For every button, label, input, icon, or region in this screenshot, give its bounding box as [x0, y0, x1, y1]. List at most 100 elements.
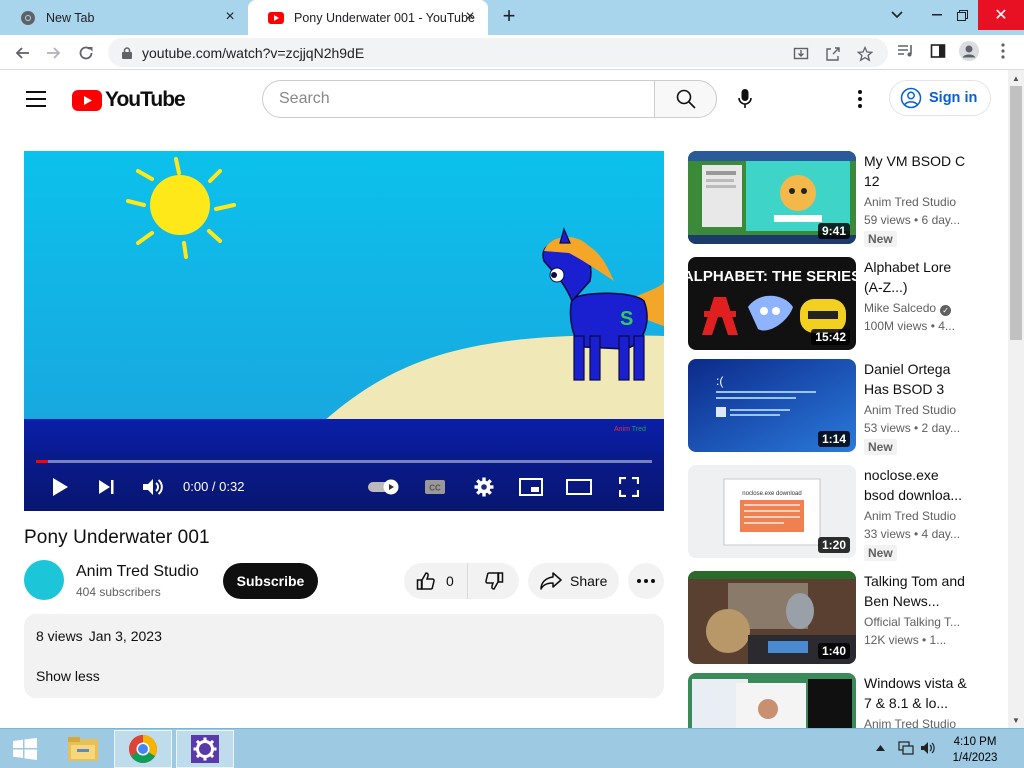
svg-text:CC: CC [429, 484, 441, 493]
video-thumbnail[interactable]: noclose.exe download 1:20 [688, 465, 856, 558]
video-thumbnail[interactable]: 1:40 [688, 571, 856, 664]
bookmark-star-icon[interactable] [856, 45, 874, 63]
share-label: Share [570, 573, 608, 589]
video-duration: 1:14 [817, 431, 850, 447]
channel-avatar[interactable] [24, 560, 64, 600]
dislike-button[interactable] [467, 563, 519, 599]
recommendation-meta: 100M views • 4... [864, 319, 955, 333]
recommendation-channel[interactable]: Anim Tred Studio [864, 509, 968, 523]
settings-app-taskbar-button[interactable] [176, 730, 234, 768]
progress-bar[interactable] [36, 460, 652, 463]
close-tab-icon[interactable]: × [462, 9, 478, 25]
recommendation-channel[interactable]: Mike Salcedo ✓ [864, 301, 968, 316]
new-tab-button[interactable]: + [498, 5, 520, 28]
side-panel-icon[interactable] [928, 41, 948, 61]
video-thumbnail[interactable] [688, 673, 856, 728]
recommendation-channel[interactable]: Anim Tred Studio [864, 403, 968, 417]
share-button[interactable]: Share [528, 563, 619, 599]
captions-button[interactable]: CC [420, 473, 450, 501]
share-page-icon[interactable] [824, 45, 842, 63]
sign-in-label: Sign in [929, 90, 978, 106]
volume-button[interactable] [138, 473, 168, 501]
scroll-down-arrow-icon[interactable]: ▼ [1008, 712, 1024, 728]
channel-name-link[interactable]: Anim Tred Studio [76, 563, 199, 581]
settings-more-icon[interactable] [850, 88, 870, 110]
recommendation-item[interactable]: noclose.exe download 1:20 noclose.exe bs… [688, 465, 978, 561]
tab-title: New Tab [46, 10, 95, 25]
next-button[interactable] [92, 473, 120, 501]
thumbs-up-icon [416, 572, 435, 590]
theater-mode-button[interactable] [564, 473, 594, 501]
close-window-button[interactable]: ✕ [978, 0, 1024, 30]
recommendation-title[interactable]: Windows vista & 7 & 8.1 & lo... [864, 673, 968, 713]
scrollbar-thumb[interactable] [1010, 86, 1022, 340]
miniplayer-button[interactable] [516, 473, 546, 501]
page-scrollbar[interactable]: ▲ ▼ [1008, 70, 1024, 728]
recommendation-channel[interactable]: Anim Tred Studio [864, 195, 968, 209]
recommendation-title[interactable]: Alphabet Lore (A-Z...) [864, 257, 968, 297]
media-controls-icon[interactable] [896, 41, 916, 61]
recommendation-item[interactable]: 9:41 My VM BSOD C 12 Anim Tred Studio 59… [688, 151, 978, 247]
recommendation-meta: 53 views • 2 day... [864, 421, 961, 435]
video-thumbnail[interactable]: 9:41 [688, 151, 856, 244]
profile-avatar-icon[interactable] [959, 41, 979, 61]
taskbar-clock[interactable]: 4:10 PM 1/4/2023 [940, 734, 1010, 766]
address-bar[interactable]: youtube.com/watch?v=zcjjqN2h9dE [108, 38, 888, 67]
play-icon [53, 478, 68, 496]
description-box[interactable]: 8 views Jan 3, 2023 Show less [24, 614, 664, 698]
sign-in-button[interactable]: Sign in [889, 80, 991, 116]
video-player[interactable]: S Anim Tred 0:00 / 0:32 CC [24, 151, 664, 511]
guide-menu-icon[interactable] [26, 91, 46, 107]
thumbnail-text: :( [716, 374, 723, 388]
tab-search-chevron-icon[interactable] [880, 0, 914, 30]
channel-name: Mike Salcedo [864, 301, 937, 315]
video-duration: 1:40 [817, 643, 850, 659]
voice-search-button[interactable] [726, 80, 764, 118]
tab-title: Pony Underwater 001 - YouTube [294, 10, 475, 25]
tab-youtube[interactable]: Pony Underwater 001 - YouTube × [248, 0, 488, 35]
recommendation-title[interactable]: My VM BSOD C 12 [864, 151, 968, 191]
recommendation-item[interactable]: 1:40 Talking Tom and Ben News... Officia… [688, 571, 978, 666]
install-app-icon[interactable] [792, 45, 810, 63]
recommendation-title[interactable]: Daniel Ortega Has BSOD 3 [864, 359, 968, 399]
volume-icon [143, 479, 163, 495]
recommendation-channel[interactable]: Official Talking T... [864, 615, 968, 629]
recommendation-item[interactable]: Windows vista & 7 & 8.1 & lo... Anim Tre… [688, 673, 978, 728]
forward-button[interactable] [42, 41, 66, 65]
recommendation-item[interactable]: :( 1:14 Daniel Ortega Has BSOD 3 Anim Tr… [688, 359, 978, 455]
video-thumbnail[interactable]: ALPHABET: THE SERIES 15:42 [688, 257, 856, 350]
new-badge: New [864, 545, 897, 561]
verified-check-icon: ✓ [940, 305, 952, 316]
chrome-taskbar-button[interactable] [114, 730, 172, 768]
video-thumbnail[interactable]: :( 1:14 [688, 359, 856, 452]
back-button[interactable] [10, 41, 34, 65]
theater-mode-icon [566, 479, 592, 495]
youtube-logo[interactable]: YouTube [72, 88, 186, 112]
chrome-menu-icon[interactable] [993, 41, 1013, 61]
reload-button[interactable] [74, 41, 98, 65]
scroll-up-arrow-icon[interactable]: ▲ [1008, 70, 1024, 86]
like-button[interactable]: 0 [404, 563, 467, 599]
search-input[interactable]: Search [262, 80, 654, 118]
tab-new-tab[interactable]: New Tab × [0, 0, 248, 35]
start-button[interactable] [0, 730, 50, 768]
autoplay-toggle[interactable] [366, 473, 402, 501]
fullscreen-button[interactable] [614, 473, 644, 501]
play-button[interactable] [46, 473, 74, 501]
recommendation-title[interactable]: noclose.exe bsod downloa... [864, 465, 968, 505]
search-button[interactable] [654, 80, 717, 118]
network-icon[interactable] [898, 740, 914, 759]
search-icon [676, 89, 696, 109]
more-actions-button[interactable] [628, 563, 664, 599]
recommendation-title[interactable]: Talking Tom and Ben News... [864, 571, 968, 611]
recommendation-channel[interactable]: Anim Tred Studio [864, 717, 968, 728]
settings-button[interactable] [469, 473, 499, 501]
restore-button[interactable] [945, 0, 979, 30]
show-less-button[interactable]: Show less [36, 668, 100, 684]
show-hidden-icons-icon[interactable] [876, 742, 885, 754]
subscribe-button[interactable]: Subscribe [223, 563, 318, 599]
file-explorer-taskbar-button[interactable] [54, 730, 112, 768]
volume-tray-icon[interactable] [920, 740, 936, 759]
recommendation-item[interactable]: ALPHABET: THE SERIES 15:42 Alphabet Lore… [688, 257, 978, 352]
close-tab-icon[interactable]: × [222, 9, 238, 25]
